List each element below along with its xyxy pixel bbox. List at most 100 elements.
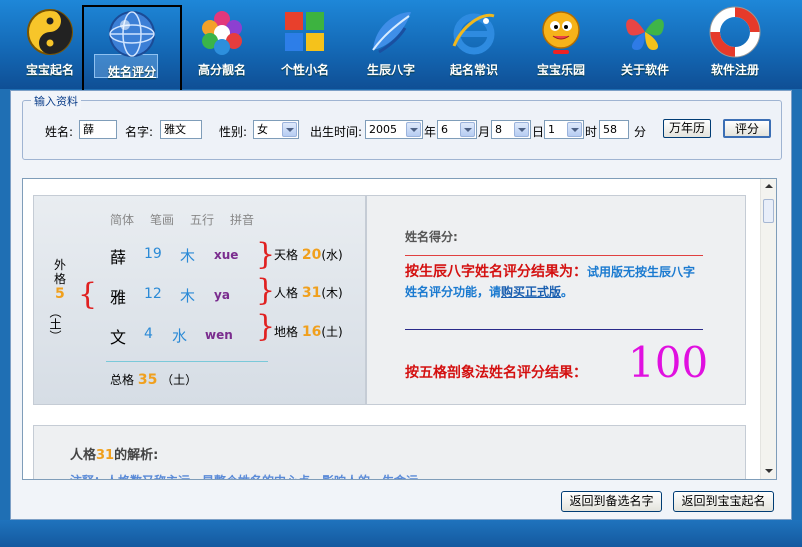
toolbar-button-baby-naming[interactable]: 宝宝起名 — [8, 4, 92, 88]
given-name-input[interactable]: 雅文 — [160, 120, 202, 139]
scroll-down-icon[interactable] — [765, 469, 773, 473]
surname-label: 姓名: — [45, 125, 74, 139]
toolbar-label: 宝宝乐园 — [536, 63, 585, 77]
toolbar-button-baby-park[interactable]: 宝宝乐园 — [519, 4, 603, 88]
analysis-title: 人格31的解析: — [70, 448, 159, 463]
pinyin: wen — [205, 328, 233, 342]
total-divider — [106, 361, 268, 362]
column-header-pinyin: 拼音 — [230, 213, 255, 227]
toolbar-label: 起名常识 — [449, 63, 498, 77]
result-pane[interactable]: 简体 笔画 五行 拼音 薛 19 木 xue 雅 12 木 ya 文 4 水 w… — [22, 178, 777, 480]
toolbar-button-about[interactable]: 关于软件 — [603, 4, 687, 88]
divider — [405, 255, 703, 256]
input-group-legend: 输入资料 — [31, 93, 81, 109]
globe-icon — [109, 11, 155, 57]
score-button[interactable]: 评分 — [723, 119, 771, 138]
name-char: 雅 — [110, 288, 127, 307]
given-name-label: 名字: — [125, 125, 154, 139]
cartoon-bird-icon — [542, 11, 580, 54]
day-value: 8 — [495, 123, 502, 136]
chevron-down-icon[interactable] — [567, 122, 582, 137]
name-char: 薛 — [110, 248, 127, 267]
external-grid-label-2: 格 — [54, 272, 67, 286]
stroke-count: 4 — [144, 326, 153, 342]
column-header-strokes: 笔画 — [150, 213, 175, 227]
main-toolbar: 宝宝起名 姓名评分 高分靓名 个性小名 生辰八字 起名常识 宝宝乐园 关于软件 … — [0, 0, 802, 93]
brace-right: } — [256, 237, 276, 272]
chevron-down-icon[interactable] — [514, 122, 529, 137]
main-panel: 输入资料 姓名: 薛 名字: 雅文 性别: 女 出生时间: 2005 年 6 月… — [10, 90, 792, 520]
toolbar-label: 个性小名 — [280, 63, 329, 77]
yin-yang-icon — [27, 9, 73, 55]
brace-right: } — [256, 309, 276, 344]
month-select[interactable]: 6 — [437, 120, 477, 139]
windows-logo-icon — [285, 12, 324, 51]
gender-label: 性别: — [219, 125, 248, 139]
year-select[interactable]: 2005 — [365, 120, 423, 139]
scroll-up-icon[interactable] — [765, 184, 773, 188]
external-grid-element: （土） — [48, 306, 62, 342]
toolbar-button-naming-knowledge[interactable]: 起名常识 — [432, 4, 516, 88]
lifebuoy-icon — [709, 6, 761, 58]
butterfly-icon — [626, 18, 664, 50]
analysis-card: 人格31的解析: 注释：人格数又称主运，是整个姓名的中心点，影响人的一生命运。 — [33, 425, 746, 479]
brace-right: } — [256, 273, 276, 308]
chevron-down-icon[interactable] — [460, 122, 475, 137]
toolbar-button-nickname[interactable]: 个性小名 — [263, 4, 347, 88]
chevron-down-icon[interactable] — [282, 122, 297, 137]
gender-value: 女 — [257, 123, 268, 136]
gender-select[interactable]: 女 — [253, 120, 299, 139]
chevron-down-icon[interactable] — [406, 122, 421, 137]
surname-input[interactable]: 薛 — [79, 120, 117, 139]
buy-full-version-link[interactable]: 购买正式版 — [501, 285, 561, 299]
month-value: 6 — [441, 123, 448, 136]
hour-unit: 时 — [585, 125, 598, 139]
total-grid: 总格 35 （土） — [110, 372, 198, 388]
day-select[interactable]: 8 — [491, 120, 531, 139]
toolbar-label: 生辰八字 — [366, 63, 415, 77]
toolbar-button-register[interactable]: 软件注册 — [693, 4, 777, 88]
column-header-element: 五行 — [190, 213, 215, 227]
toolbar-button-bazi[interactable]: 生辰八字 — [349, 4, 433, 88]
divider — [405, 329, 703, 330]
wuge-result-label: 按五格剖象法姓名评分结果： — [405, 365, 587, 381]
column-header-simplified: 简体 — [110, 213, 135, 227]
five-element: 木 — [180, 287, 196, 305]
back-to-candidates-button[interactable]: 返回到备选名字 — [561, 491, 662, 512]
stroke-count: 12 — [144, 286, 162, 302]
scroll-thumb[interactable] — [763, 199, 774, 223]
score-card: 姓名得分: 按生辰八字姓名评分结果为：试用版无按生辰八字姓名评分功能，请购买正式… — [366, 195, 746, 405]
pinyin: xue — [214, 248, 239, 262]
name-char: 文 — [110, 328, 127, 347]
hour-select[interactable]: 1 — [544, 120, 584, 139]
toolbar-button-name-score[interactable]: 姓名评分 — [82, 5, 182, 93]
five-element: 木 — [180, 247, 196, 265]
analysis-text: 注释：人格数又称主运，是整个姓名的中心点，影响人的一生命运。 — [70, 472, 430, 479]
input-group: 输入资料 姓名: 薛 名字: 雅文 性别: 女 出生时间: 2005 年 6 月… — [22, 93, 782, 160]
earth-grid: 地格 16(土) — [274, 324, 343, 340]
external-grid-value: 5 — [55, 286, 65, 302]
toolbar-label: 宝宝起名 — [25, 63, 74, 77]
toolbar-label: 姓名评分 — [107, 65, 156, 79]
minute-unit: 分 — [634, 125, 647, 139]
heaven-grid: 天格 20(水) — [274, 247, 343, 263]
back-to-naming-button[interactable]: 返回到宝宝起名 — [673, 491, 774, 512]
vertical-scrollbar[interactable] — [760, 179, 776, 479]
score-value: 100 — [628, 338, 709, 387]
hour-value: 1 — [548, 123, 555, 136]
score-title: 姓名得分: — [405, 230, 458, 244]
person-grid: 人格 31(木) — [274, 285, 343, 301]
footer-band — [0, 520, 802, 547]
name-breakdown-card: 简体 笔画 五行 拼音 薛 19 木 xue 雅 12 木 ya 文 4 水 w… — [33, 195, 366, 405]
toolbar-label: 软件注册 — [710, 63, 759, 77]
year-unit: 年 — [424, 125, 437, 139]
ie-logo-icon — [452, 13, 495, 55]
toolbar-label: 关于软件 — [620, 63, 669, 77]
five-element: 水 — [172, 327, 188, 345]
leaf-swirl-icon — [372, 12, 411, 54]
minute-input[interactable]: 58 — [599, 120, 629, 139]
birth-time-label: 出生时间: — [310, 125, 363, 139]
bazi-result: 按生辰八字姓名评分结果为：试用版无按生辰八字姓名评分功能，请购买正式版。 — [405, 264, 696, 299]
toolbar-button-high-score-names[interactable]: 高分靓名 — [180, 4, 264, 88]
calendar-button[interactable]: 万年历 — [663, 119, 711, 138]
